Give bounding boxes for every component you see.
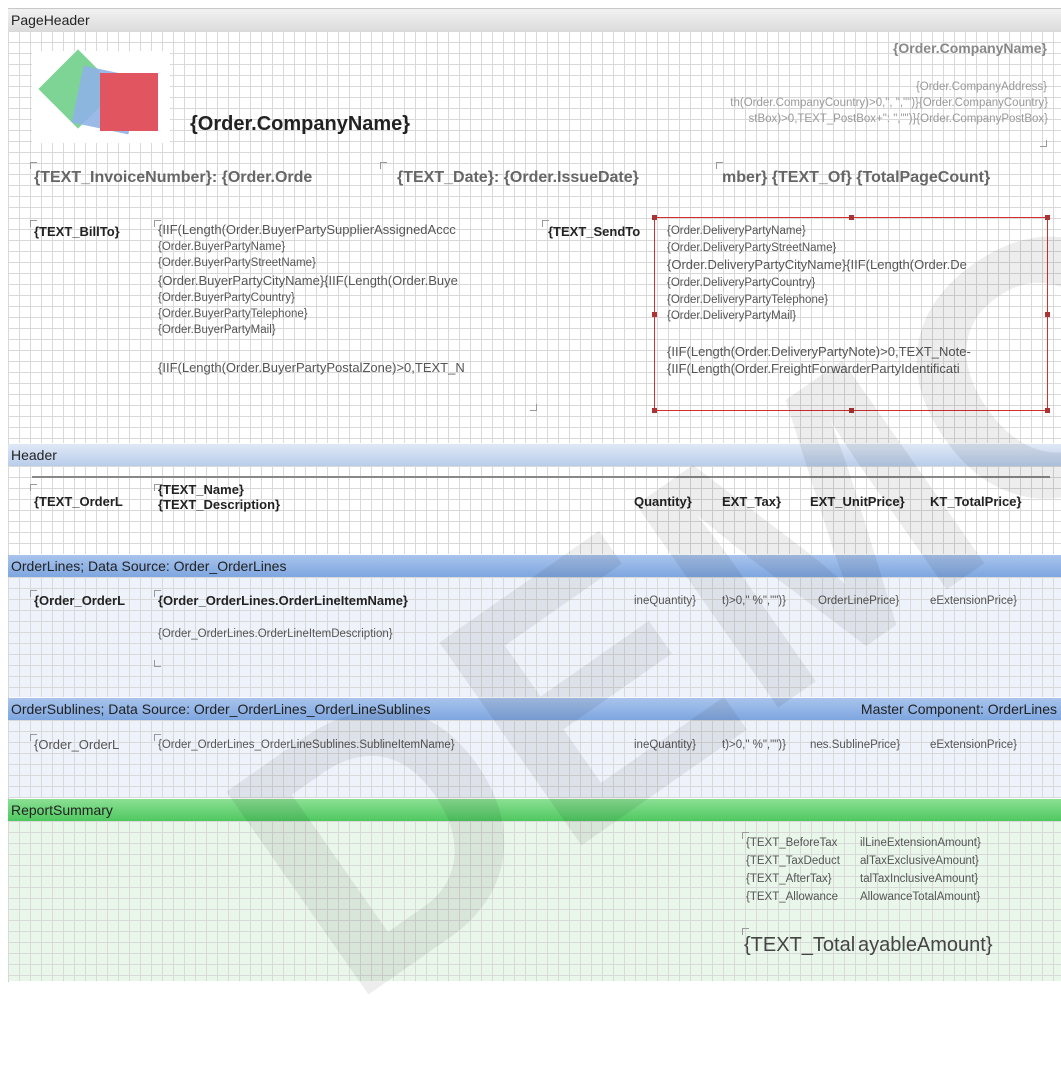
company-postbox-expression[interactable]: stBox)>0,TEXT_PostBox+": ","")}{Order.Co… bbox=[642, 112, 1049, 126]
resize-handle-tc[interactable] bbox=[849, 215, 854, 220]
resize-handle-ml[interactable] bbox=[652, 312, 657, 317]
band-title-ordersublines[interactable]: OrderSublines; Data Source: Order_OrderL… bbox=[8, 698, 1061, 720]
orderline-itemname-cell[interactable]: {Order_OrderLines.OrderLineItemName} bbox=[158, 593, 408, 609]
component-corner-marker bbox=[154, 484, 161, 491]
band-title-orderlines[interactable]: OrderLines; Data Source: Order_OrderLine… bbox=[8, 555, 1061, 577]
component-corner-marker bbox=[30, 220, 37, 227]
band-title-pageheader[interactable]: PageHeader bbox=[8, 9, 1061, 31]
resize-handle-bl[interactable] bbox=[652, 408, 657, 413]
buyer-line: {Order.BuyerPartyCityName}{IIF(Length(Or… bbox=[158, 273, 458, 288]
logo-red-square bbox=[100, 73, 158, 131]
send-to-label[interactable]: {TEXT_SendTo bbox=[548, 224, 652, 240]
header-tax-cell[interactable]: EXT_Tax} bbox=[722, 494, 781, 510]
subline-number-cell[interactable]: {Order_OrderL bbox=[34, 737, 140, 753]
delivery-line: {Order.DeliveryPartyStreetName} bbox=[667, 242, 837, 254]
component-corner-marker bbox=[716, 162, 723, 169]
subline-price-cell[interactable]: nes.SublinePrice} bbox=[810, 738, 900, 752]
summary-value-tax-deduct[interactable]: alTaxExclusiveAmount} bbox=[860, 854, 979, 868]
summary-label-allowance[interactable]: {TEXT_Allowance bbox=[746, 890, 856, 904]
issue-date-field[interactable]: {TEXT_Date}: {Order.IssueDate} bbox=[397, 168, 639, 188]
subline-itemname-cell[interactable]: {Order_OrderLines_OrderLineSublines.Subl… bbox=[158, 738, 455, 752]
resize-handle-mr[interactable] bbox=[1045, 312, 1050, 317]
orderline-tax-cell[interactable]: t)>0," %","")} bbox=[722, 594, 786, 608]
band-title-header[interactable]: Header bbox=[8, 444, 1061, 466]
subline-tax-cell[interactable]: t)>0," %","")} bbox=[722, 738, 786, 752]
delivery-line: {IIF(Length(Order.FreightForwarderPartyI… bbox=[667, 361, 960, 376]
component-corner-marker bbox=[30, 162, 37, 169]
delivery-line: {Order.DeliveryPartyCountry} bbox=[667, 277, 816, 289]
buyer-line: {Order.BuyerPartyMail} bbox=[158, 324, 276, 336]
header-top-rule bbox=[32, 476, 1050, 478]
ordersublines-band[interactable] bbox=[8, 720, 1061, 798]
band-title-reportsummary[interactable]: ReportSummary bbox=[8, 799, 1061, 821]
summary-label-after-tax[interactable]: {TEXT_AfterTax} bbox=[746, 872, 856, 886]
summary-total-label[interactable]: {TEXT_Total bbox=[744, 933, 856, 958]
header-orderline-cell[interactable]: {TEXT_OrderL bbox=[34, 494, 140, 510]
buyer-line: {Order.BuyerPartyCountry} bbox=[158, 292, 295, 304]
delivery-line: {Order.DeliveryPartyCityName}{IIF(Length… bbox=[667, 257, 967, 272]
summary-value-before-tax[interactable]: ilLineExtensionAmount} bbox=[860, 836, 981, 850]
component-corner-marker bbox=[154, 590, 161, 597]
summary-label-before-tax[interactable]: {TEXT_BeforeTax bbox=[746, 836, 856, 850]
buyer-line: {Order.BuyerPartyStreetName} bbox=[158, 257, 316, 269]
summary-value-after-tax[interactable]: talTaxInclusiveAmount} bbox=[860, 872, 978, 886]
summary-label-tax-deduct[interactable]: {TEXT_TaxDeduct bbox=[746, 854, 856, 868]
company-name-right[interactable]: {Order.CompanyName} bbox=[893, 40, 1047, 58]
resize-handle-br[interactable] bbox=[1045, 408, 1050, 413]
orderline-number-cell[interactable]: {Order_OrderL bbox=[34, 593, 140, 609]
ordersublines-title: OrderSublines; Data Source: Order_OrderL… bbox=[11, 701, 431, 717]
header-description-cell[interactable]: {TEXT_Description} bbox=[158, 497, 280, 513]
master-component-label: Master Component: OrderLines bbox=[860, 701, 1057, 717]
buyer-line: {IIF(Length(Order.BuyerPartyPostalZone)>… bbox=[158, 360, 465, 375]
component-corner-marker bbox=[530, 404, 537, 411]
summary-total-value[interactable]: ayableAmount} bbox=[858, 933, 993, 958]
page-count-field[interactable]: mber} {TEXT_Of} {TotalPageCount} bbox=[722, 168, 1044, 188]
header-quantity-cell[interactable]: Quantity} bbox=[634, 494, 692, 510]
delivery-line: {IIF(Length(Order.DeliveryPartyNote)>0,T… bbox=[667, 344, 971, 359]
buyer-party-block[interactable]: {IIF(Length(Order.BuyerPartySupplierAssi… bbox=[158, 222, 536, 412]
component-corner-marker bbox=[742, 832, 749, 839]
resize-handle-tr[interactable] bbox=[1045, 215, 1050, 220]
header-name-cell[interactable]: {TEXT_Name} bbox=[158, 482, 244, 498]
component-corner-marker bbox=[380, 162, 387, 169]
component-corner-marker bbox=[30, 734, 37, 741]
component-corner-marker bbox=[154, 660, 161, 667]
delivery-line: {Order.DeliveryPartyName} bbox=[667, 225, 806, 237]
orderline-extension-cell[interactable]: eExtensionPrice} bbox=[930, 594, 1017, 608]
invoice-number-field[interactable]: {TEXT_InvoiceNumber}: {Order.Orde bbox=[34, 168, 362, 188]
company-logo[interactable] bbox=[32, 49, 170, 143]
component-corner-marker bbox=[154, 220, 161, 227]
component-corner-marker bbox=[154, 734, 161, 741]
resize-handle-bc[interactable] bbox=[849, 408, 854, 413]
buyer-line: {Order.BuyerPartyTelephone} bbox=[158, 308, 308, 320]
company-address[interactable]: {Order.CompanyAddress} bbox=[916, 80, 1047, 94]
buyer-line: {Order.BuyerPartyName} bbox=[158, 241, 286, 253]
component-corner-marker bbox=[742, 928, 749, 935]
component-corner-marker bbox=[30, 484, 37, 491]
header-totalprice-cell[interactable]: KT_TotalPrice} bbox=[930, 494, 1022, 510]
resize-handle-tl[interactable] bbox=[652, 215, 657, 220]
component-corner-marker bbox=[30, 590, 37, 597]
subline-quantity-cell[interactable]: ineQuantity} bbox=[634, 738, 696, 752]
orderline-quantity-cell[interactable]: ineQuantity} bbox=[634, 594, 696, 608]
bill-to-label[interactable]: {TEXT_BillTo} bbox=[34, 224, 120, 240]
component-corner-marker bbox=[542, 220, 549, 227]
delivery-line: {Order.DeliveryPartyTelephone} bbox=[667, 294, 829, 306]
header-unitprice-cell[interactable]: EXT_UnitPrice} bbox=[810, 494, 905, 510]
company-country-expression[interactable]: th(Order.CompanyCountry)>0,", ","")}{Ord… bbox=[642, 96, 1048, 110]
orderline-description-cell[interactable]: {Order_OrderLines.OrderLineItemDescripti… bbox=[158, 627, 393, 641]
company-name-title[interactable]: {Order.CompanyName} bbox=[190, 112, 410, 137]
delivery-line: {Order.DeliveryPartyMail} bbox=[667, 310, 797, 322]
buyer-line: {IIF(Length(Order.BuyerPartySupplierAssi… bbox=[158, 222, 456, 237]
summary-value-allowance[interactable]: AllowanceTotalAmount} bbox=[860, 890, 980, 904]
component-corner-marker bbox=[1040, 140, 1047, 147]
subline-extension-cell[interactable]: eExtensionPrice} bbox=[930, 738, 1017, 752]
delivery-party-block-selected[interactable]: {Order.DeliveryPartyName} {Order.Deliver… bbox=[652, 215, 1050, 413]
orderline-price-cell[interactable]: OrderLinePrice} bbox=[818, 594, 899, 608]
